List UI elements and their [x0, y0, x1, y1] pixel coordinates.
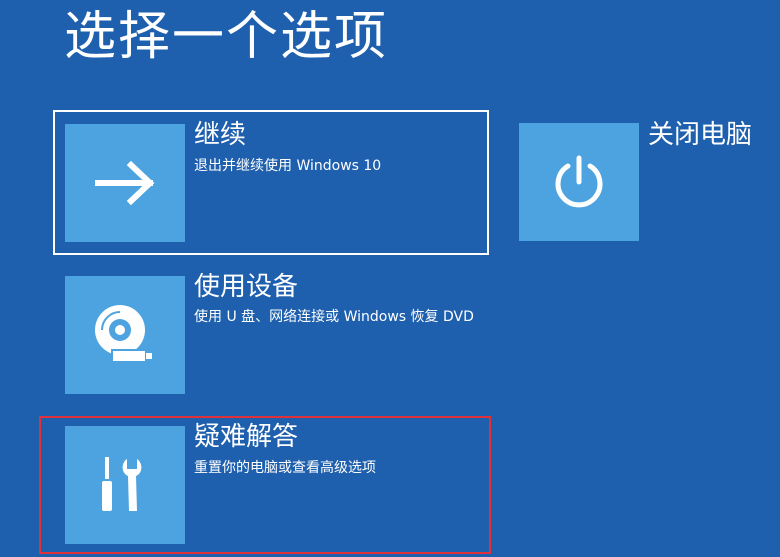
continue-description: 退出并继续使用 Windows 10: [194, 158, 382, 174]
tools-icon: [102, 457, 142, 511]
page-title: 选择一个选项: [64, 7, 389, 67]
continue-title: 继续: [194, 120, 247, 150]
shutdown-tile[interactable]: [519, 123, 639, 241]
troubleshoot-description: 重置你的电脑或查看高级选项: [194, 460, 376, 476]
use-device-description: 使用 U 盘、网络连接或 Windows 恢复 DVD: [194, 309, 474, 325]
troubleshoot-title: 疑难解答: [194, 422, 299, 452]
troubleshoot-tile[interactable]: [65, 426, 185, 544]
continue-tile[interactable]: [65, 124, 185, 242]
arrow-right-icon: [95, 161, 155, 205]
power-icon: [555, 155, 603, 208]
use-device-tile[interactable]: [65, 276, 185, 394]
disc-drive-icon: [95, 305, 152, 363]
use-device-option[interactable]: 使用设备 使用 U 盘、网络连接或 Windows 恢复 DVD: [53, 265, 489, 405]
shutdown-title: 关闭电脑: [648, 120, 753, 150]
continue-option[interactable]: 继续 退出并继续使用 Windows 10: [53, 110, 489, 255]
use-device-title: 使用设备: [194, 272, 299, 302]
shutdown-option[interactable]: 关闭电脑: [517, 120, 767, 245]
troubleshoot-option[interactable]: 疑难解答 重置你的电脑或查看高级选项: [39, 416, 491, 554]
